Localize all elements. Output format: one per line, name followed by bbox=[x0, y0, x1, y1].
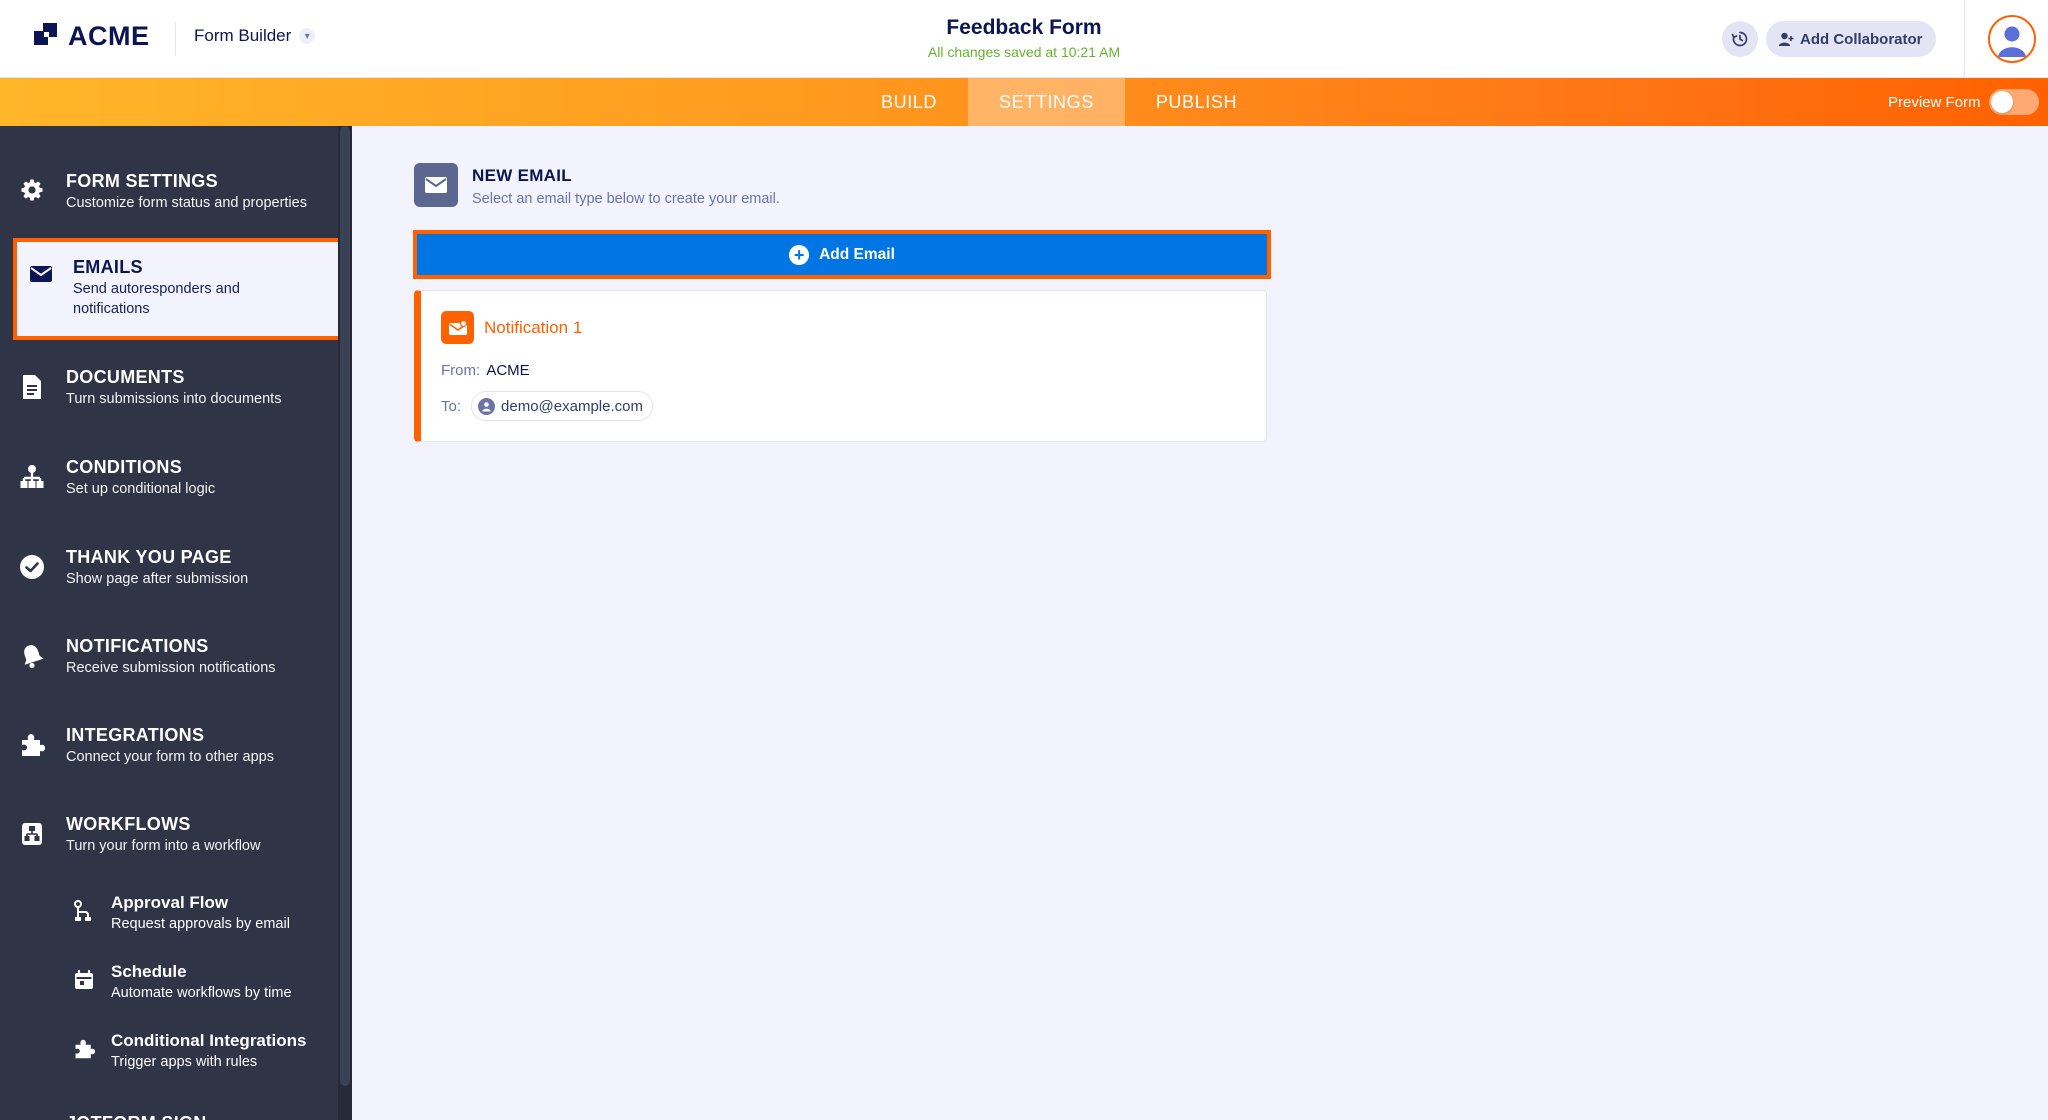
gear-icon bbox=[21, 179, 43, 201]
top-header: ACME Form Builder ▾ Feedback Form All ch… bbox=[0, 0, 2048, 78]
sidebar-item-title: THANK YOU PAGE bbox=[66, 547, 232, 567]
sidebar-item-title: JOTFORM SIGN bbox=[66, 1112, 207, 1120]
sidebar-item-title: INTEGRATIONS bbox=[66, 725, 205, 745]
tab-settings[interactable]: SETTINGS bbox=[968, 78, 1125, 126]
from-value: ACME bbox=[486, 362, 530, 379]
page-title: NEW EMAIL bbox=[472, 166, 572, 185]
notification-mail-icon bbox=[441, 311, 474, 344]
add-user-icon bbox=[1778, 32, 1794, 46]
page-subtitle: Select an email type below to create you… bbox=[472, 191, 780, 207]
history-icon bbox=[1731, 31, 1748, 47]
sidebar-item-thank-you-page[interactable]: THANK YOU PAGE Show page after submissio… bbox=[14, 546, 340, 589]
sidebar-scrollbar[interactable] bbox=[338, 126, 352, 1120]
scrollbar-thumb[interactable] bbox=[340, 126, 350, 1086]
person-icon bbox=[478, 397, 496, 415]
toggle-knob bbox=[1990, 91, 2013, 113]
sidebar-subitem-subtitle: Automate workflows by time bbox=[111, 985, 292, 1001]
sidebar-item-notifications[interactable]: NOTIFICATIONS Receive submission notific… bbox=[14, 635, 340, 678]
sidebar-item-conditions[interactable]: CONDITIONS Set up conditional logic bbox=[14, 456, 340, 499]
add-collaborator-button[interactable]: Add Collaborator bbox=[1766, 21, 1936, 57]
to-label: To: bbox=[441, 397, 462, 415]
add-email-label: Add Email bbox=[819, 245, 895, 263]
puzzle-icon bbox=[22, 734, 45, 756]
email-card-title: Notification 1 bbox=[484, 317, 583, 337]
sidebar-subitem-title: Approval Flow bbox=[111, 893, 229, 912]
sidebar-item-integrations[interactable]: INTEGRATIONS Connect your form to other … bbox=[14, 724, 340, 767]
sidebar-item-subtitle: Send autoresponders and notifications bbox=[73, 281, 240, 317]
check-circle-icon bbox=[20, 555, 44, 579]
sidebar-item-documents[interactable]: DOCUMENTS Turn submissions into document… bbox=[14, 366, 340, 409]
revision-history-button[interactable] bbox=[1722, 21, 1758, 57]
sidebar-item-title: FORM SETTINGS bbox=[66, 171, 218, 191]
sidebar-item-title: NOTIFICATIONS bbox=[66, 636, 209, 656]
sidebar-item-subtitle: Turn submissions into documents bbox=[66, 391, 282, 407]
workflow-icon bbox=[22, 823, 42, 845]
sidebar-subitem-title: Conditional Integrations bbox=[111, 1031, 307, 1050]
new-email-header: NEW EMAIL Select an email type below to … bbox=[414, 163, 780, 207]
sidebar-subitem-approval-flow[interactable]: Approval Flow Request approvals by email bbox=[64, 892, 334, 934]
sidebar-subitem-subtitle: Trigger apps with rules bbox=[111, 1054, 258, 1070]
email-card-from: From: ACME bbox=[441, 362, 530, 379]
envelope-icon bbox=[414, 163, 458, 207]
sidebar-item-subtitle: Receive submission notifications bbox=[66, 660, 276, 676]
sidebar-item-title: CONDITIONS bbox=[66, 457, 183, 477]
sidebar-item-subtitle: Connect your form to other apps bbox=[66, 749, 274, 765]
add-email-button[interactable]: + Add Email bbox=[413, 230, 1271, 279]
email-card-to: To: demo@example.com bbox=[441, 391, 653, 421]
sidebar-item-subtitle: Turn your form into a workflow bbox=[66, 838, 261, 854]
settings-sidebar: FORM SETTINGS Customize form status and … bbox=[0, 126, 352, 1120]
approval-flow-icon bbox=[74, 900, 91, 921]
sidebar-item-subtitle: Set up conditional logic bbox=[66, 481, 216, 497]
sidebar-subitem-title: Schedule bbox=[111, 962, 187, 981]
add-collaborator-label: Add Collaborator bbox=[1800, 30, 1923, 48]
sidebar-item-jotform-sign[interactable]: JOTFORM SIGN bbox=[14, 1112, 340, 1120]
preview-form-control: Preview Form bbox=[1888, 78, 2039, 126]
sidebar-item-workflows[interactable]: WORKFLOWS Turn your form into a workflow bbox=[14, 813, 340, 856]
hierarchy-icon bbox=[20, 465, 44, 488]
header-divider-right bbox=[1964, 0, 1965, 78]
sidebar-item-subtitle: Customize form status and properties bbox=[66, 195, 307, 211]
document-icon bbox=[23, 375, 41, 399]
preview-form-toggle[interactable] bbox=[1988, 89, 2039, 115]
email-card-notification-1[interactable]: Notification 1 From: ACME To: demo@examp… bbox=[414, 290, 1267, 442]
sidebar-item-title: DOCUMENTS bbox=[66, 367, 185, 387]
sidebar-item-form-settings[interactable]: FORM SETTINGS Customize form status and … bbox=[14, 170, 340, 213]
builder-nav-bar: BUILD SETTINGS PUBLISH Preview Form bbox=[0, 78, 2048, 126]
builder-tabs: BUILD SETTINGS PUBLISH bbox=[850, 78, 1268, 126]
plus-circle-icon: + bbox=[789, 244, 810, 265]
sidebar-subitem-schedule[interactable]: Schedule Automate workflows by time bbox=[64, 961, 334, 1003]
puzzle-icon bbox=[75, 1039, 95, 1059]
envelope-icon bbox=[30, 266, 52, 282]
sidebar-subitem-conditional-integrations[interactable]: Conditional Integrations Trigger apps wi… bbox=[64, 1030, 334, 1072]
sidebar-item-title: WORKFLOWS bbox=[66, 814, 191, 834]
sidebar-item-emails[interactable]: EMAILS Send autoresponders and notificat… bbox=[13, 238, 342, 340]
recipient-email: demo@example.com bbox=[501, 397, 643, 415]
sidebar-item-subtitle: Show page after submission bbox=[66, 571, 249, 587]
user-avatar[interactable] bbox=[1988, 15, 2036, 63]
tab-build[interactable]: BUILD bbox=[850, 78, 968, 126]
recipient-chip: demo@example.com bbox=[471, 391, 653, 421]
from-label: From: bbox=[441, 362, 481, 379]
tab-publish[interactable]: PUBLISH bbox=[1125, 78, 1268, 126]
sidebar-item-title: EMAILS bbox=[73, 257, 143, 277]
preview-form-label: Preview Form bbox=[1888, 93, 1981, 111]
calendar-icon bbox=[75, 969, 93, 989]
user-icon bbox=[1990, 17, 2034, 61]
sidebar-subitem-subtitle: Request approvals by email bbox=[111, 916, 290, 932]
bell-icon bbox=[24, 645, 44, 669]
